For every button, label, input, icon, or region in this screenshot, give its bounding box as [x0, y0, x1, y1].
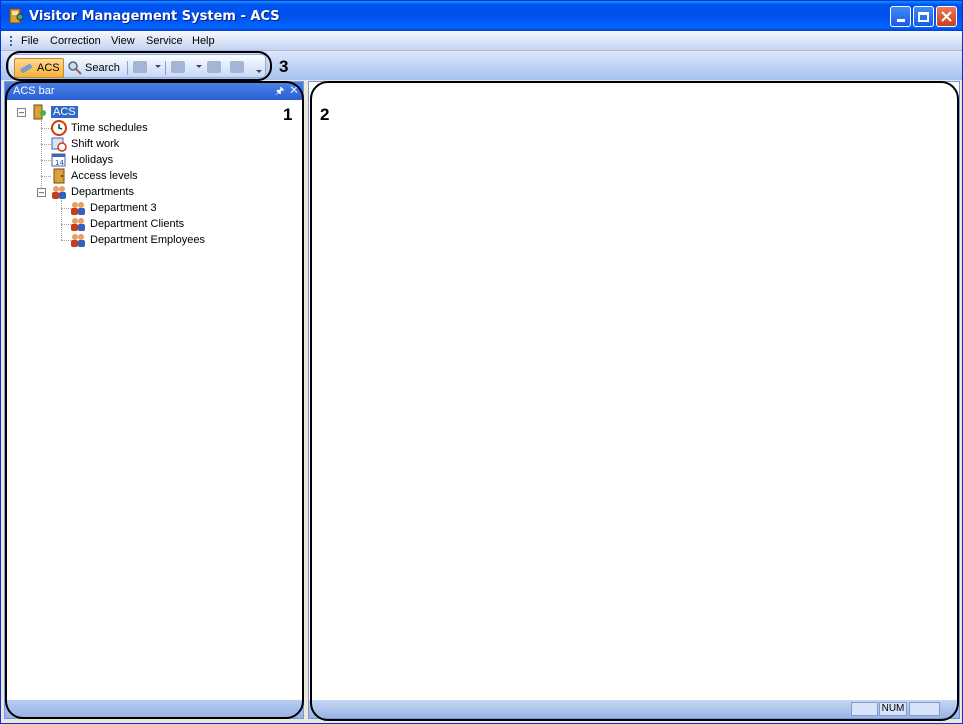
menu-file[interactable]: File [21, 35, 39, 47]
close-icon [941, 11, 952, 22]
callout-number-3: 3 [279, 57, 289, 76]
app-icon [8, 8, 24, 24]
maximize-icon [918, 11, 929, 22]
callout-toolbar-3 [6, 51, 272, 81]
callout-number-2: 2 [320, 105, 330, 124]
maximize-button[interactable] [913, 6, 934, 27]
menu-service[interactable]: Service [146, 35, 183, 47]
menu-bar: File Correction View Service Help [1, 31, 962, 51]
menu-view[interactable]: View [111, 35, 135, 47]
menu-grip[interactable] [10, 36, 13, 46]
minimize-button[interactable] [890, 6, 911, 27]
callout-panel-1 [5, 81, 304, 719]
menu-help[interactable]: Help [192, 35, 215, 47]
menu-correction[interactable]: Correction [50, 35, 101, 47]
minimize-icon [896, 19, 905, 22]
title-bar[interactable]: Visitor Management System - ACS [1, 1, 962, 31]
close-button[interactable] [936, 6, 957, 27]
app-window: Visitor Management System - ACS File Cor… [0, 0, 963, 724]
window-title: Visitor Management System - ACS [29, 9, 280, 24]
callout-panel-2 [310, 81, 959, 721]
callout-number-1: 1 [283, 105, 293, 124]
